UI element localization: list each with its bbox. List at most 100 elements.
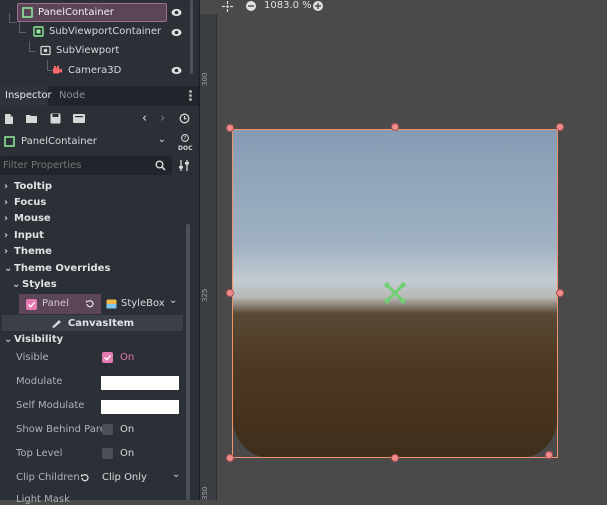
scene-tree-scrollbar[interactable] [190,0,193,74]
panel-container-icon [4,136,15,147]
resize-handle-tm[interactable] [391,123,399,131]
ruler-mark: 325 [201,288,209,302]
filter-field[interactable] [0,156,172,175]
doc-help-icon: ? [181,134,189,142]
chevron-down-icon: ⌄ [157,134,166,145]
history-forward-icon[interactable]: › [160,111,165,126]
resize-handle-ml[interactable] [226,289,234,297]
vertical-ruler: 300 325 350 [200,14,217,500]
resize-handle-mr[interactable] [556,289,564,297]
history-back-icon[interactable]: ‹ [142,111,147,126]
scene-node-subviewport[interactable]: SubViewport [40,41,170,60]
object-menu-icon[interactable] [73,113,85,124]
tree-connector [19,22,26,33]
section-focus[interactable]: › Focus [0,195,196,211]
scene-node-label: PanelContainer [38,7,114,18]
tab-inspector[interactable]: Inspector [0,86,52,106]
visible-checkbox[interactable] [102,352,113,363]
self-modulate-color-picker[interactable] [101,400,179,414]
new-resource-icon[interactable] [4,113,15,125]
zoom-level[interactable]: 1083.0 % [264,0,312,11]
stylebox-icon [106,299,117,309]
viewport-toolbar: 1083.0 % [200,0,607,14]
resize-handle-bl[interactable] [226,454,234,462]
tree-connector [29,41,36,52]
dock-tabs: Inspector Node [0,86,199,106]
visible-value: On [120,352,135,363]
revert-icon[interactable] [85,299,95,309]
prop-label-modulate: Modulate [16,376,63,387]
visibility-eye-icon[interactable] [171,7,182,18]
inspector-scrollbar[interactable] [186,224,190,500]
section-label: Styles [22,279,57,290]
scene-tree: PanelContainer SubViewportContainer SubV… [0,0,196,84]
filter-properties-input[interactable] [3,158,143,173]
zoom-in-icon[interactable] [313,1,323,11]
resize-handle-tl[interactable] [226,124,234,132]
subviewport-icon [40,45,51,56]
object-selector[interactable]: PanelContainer ⌄ [0,132,172,151]
prop-label-self-modulate: Self Modulate [16,400,85,411]
scene-node-panelcontainer[interactable]: PanelContainer [17,3,167,22]
checkbox-checked-icon [26,299,37,310]
dock-menu-icon[interactable] [189,90,192,102]
prop-label-clip-children: Clip Children [16,472,80,483]
open-folder-icon[interactable] [26,114,38,124]
prop-label-top-level: Top Level [16,448,63,459]
subviewport-container-icon [33,26,44,37]
chevron-down-icon: ⌄ [172,469,181,480]
doc-label: DOC [178,145,193,152]
section-theme-overrides[interactable]: ⌄ Theme Overrides [0,261,196,277]
stylebox-label: StyleBox [121,298,165,309]
clip-children-value: Clip Only [102,472,147,483]
camera3d-icon [53,65,62,74]
panel-override-label: Panel [42,298,69,309]
history-icon[interactable] [179,113,190,124]
top-level-checkbox[interactable] [102,448,113,459]
visibility-eye-icon[interactable] [171,27,182,38]
section-mouse[interactable]: › Mouse [0,211,196,227]
section-visibility[interactable]: ⌄ Visibility [0,332,196,348]
scene-node-subviewportcontainer[interactable]: SubViewportContainer [33,22,173,41]
left-dock: PanelContainer SubViewportContainer SubV… [0,0,200,505]
pivot-gizmo-icon[interactable] [383,281,407,305]
section-input[interactable]: › Input [0,228,196,244]
search-icon [155,160,166,171]
revert-icon[interactable] [80,473,90,483]
panel-override-toggle[interactable]: Panel [19,294,101,314]
resize-handle-bm[interactable] [391,454,399,462]
section-theme[interactable]: › Theme [0,244,196,260]
top-level-value: On [120,448,135,459]
section-label: Theme [14,246,52,257]
section-tooltip[interactable]: › Tooltip [0,179,196,195]
tree-connector [9,13,17,23]
section-label: Visibility [14,334,64,345]
canvasitem-icon [51,320,61,328]
stylebox-resource-picker[interactable]: StyleBox ⌄ [103,294,181,314]
canvasitem-label: CanvasItem [67,317,135,329]
center-view-icon[interactable] [222,1,233,12]
prop-label-show-behind-parent: Show Behind Pare [16,424,106,435]
clip-children-dropdown[interactable]: Clip Only ⌄ [98,469,184,486]
resize-handle-br[interactable] [545,451,553,459]
canvasitem-header[interactable]: CanvasItem [2,315,183,331]
zoom-out-icon[interactable] [246,1,256,11]
section-label: Theme Overrides [14,263,111,274]
doc-button[interactable]: ? DOC [178,134,193,152]
show-behind-parent-value: On [120,424,135,435]
inspector-toolbar: ‹ › [0,108,199,130]
modulate-color-picker[interactable] [101,376,179,390]
section-label: Mouse [14,213,51,224]
resize-handle-tr[interactable] [556,123,564,131]
show-behind-parent-checkbox[interactable] [102,424,113,435]
visibility-eye-icon[interactable] [171,65,182,76]
scene-node-label: Camera3D [68,65,122,76]
svg-text:?: ? [184,136,187,142]
scene-node-label: SubViewport [56,45,120,56]
tab-node[interactable]: Node [54,86,90,106]
section-styles[interactable]: ⌄ Styles [8,277,186,293]
scene-node-label: SubViewportContainer [49,26,162,37]
property-filter-options-icon[interactable] [178,159,190,172]
save-icon[interactable] [50,113,61,124]
scene-node-camera3d[interactable]: Camera3D [52,61,172,80]
